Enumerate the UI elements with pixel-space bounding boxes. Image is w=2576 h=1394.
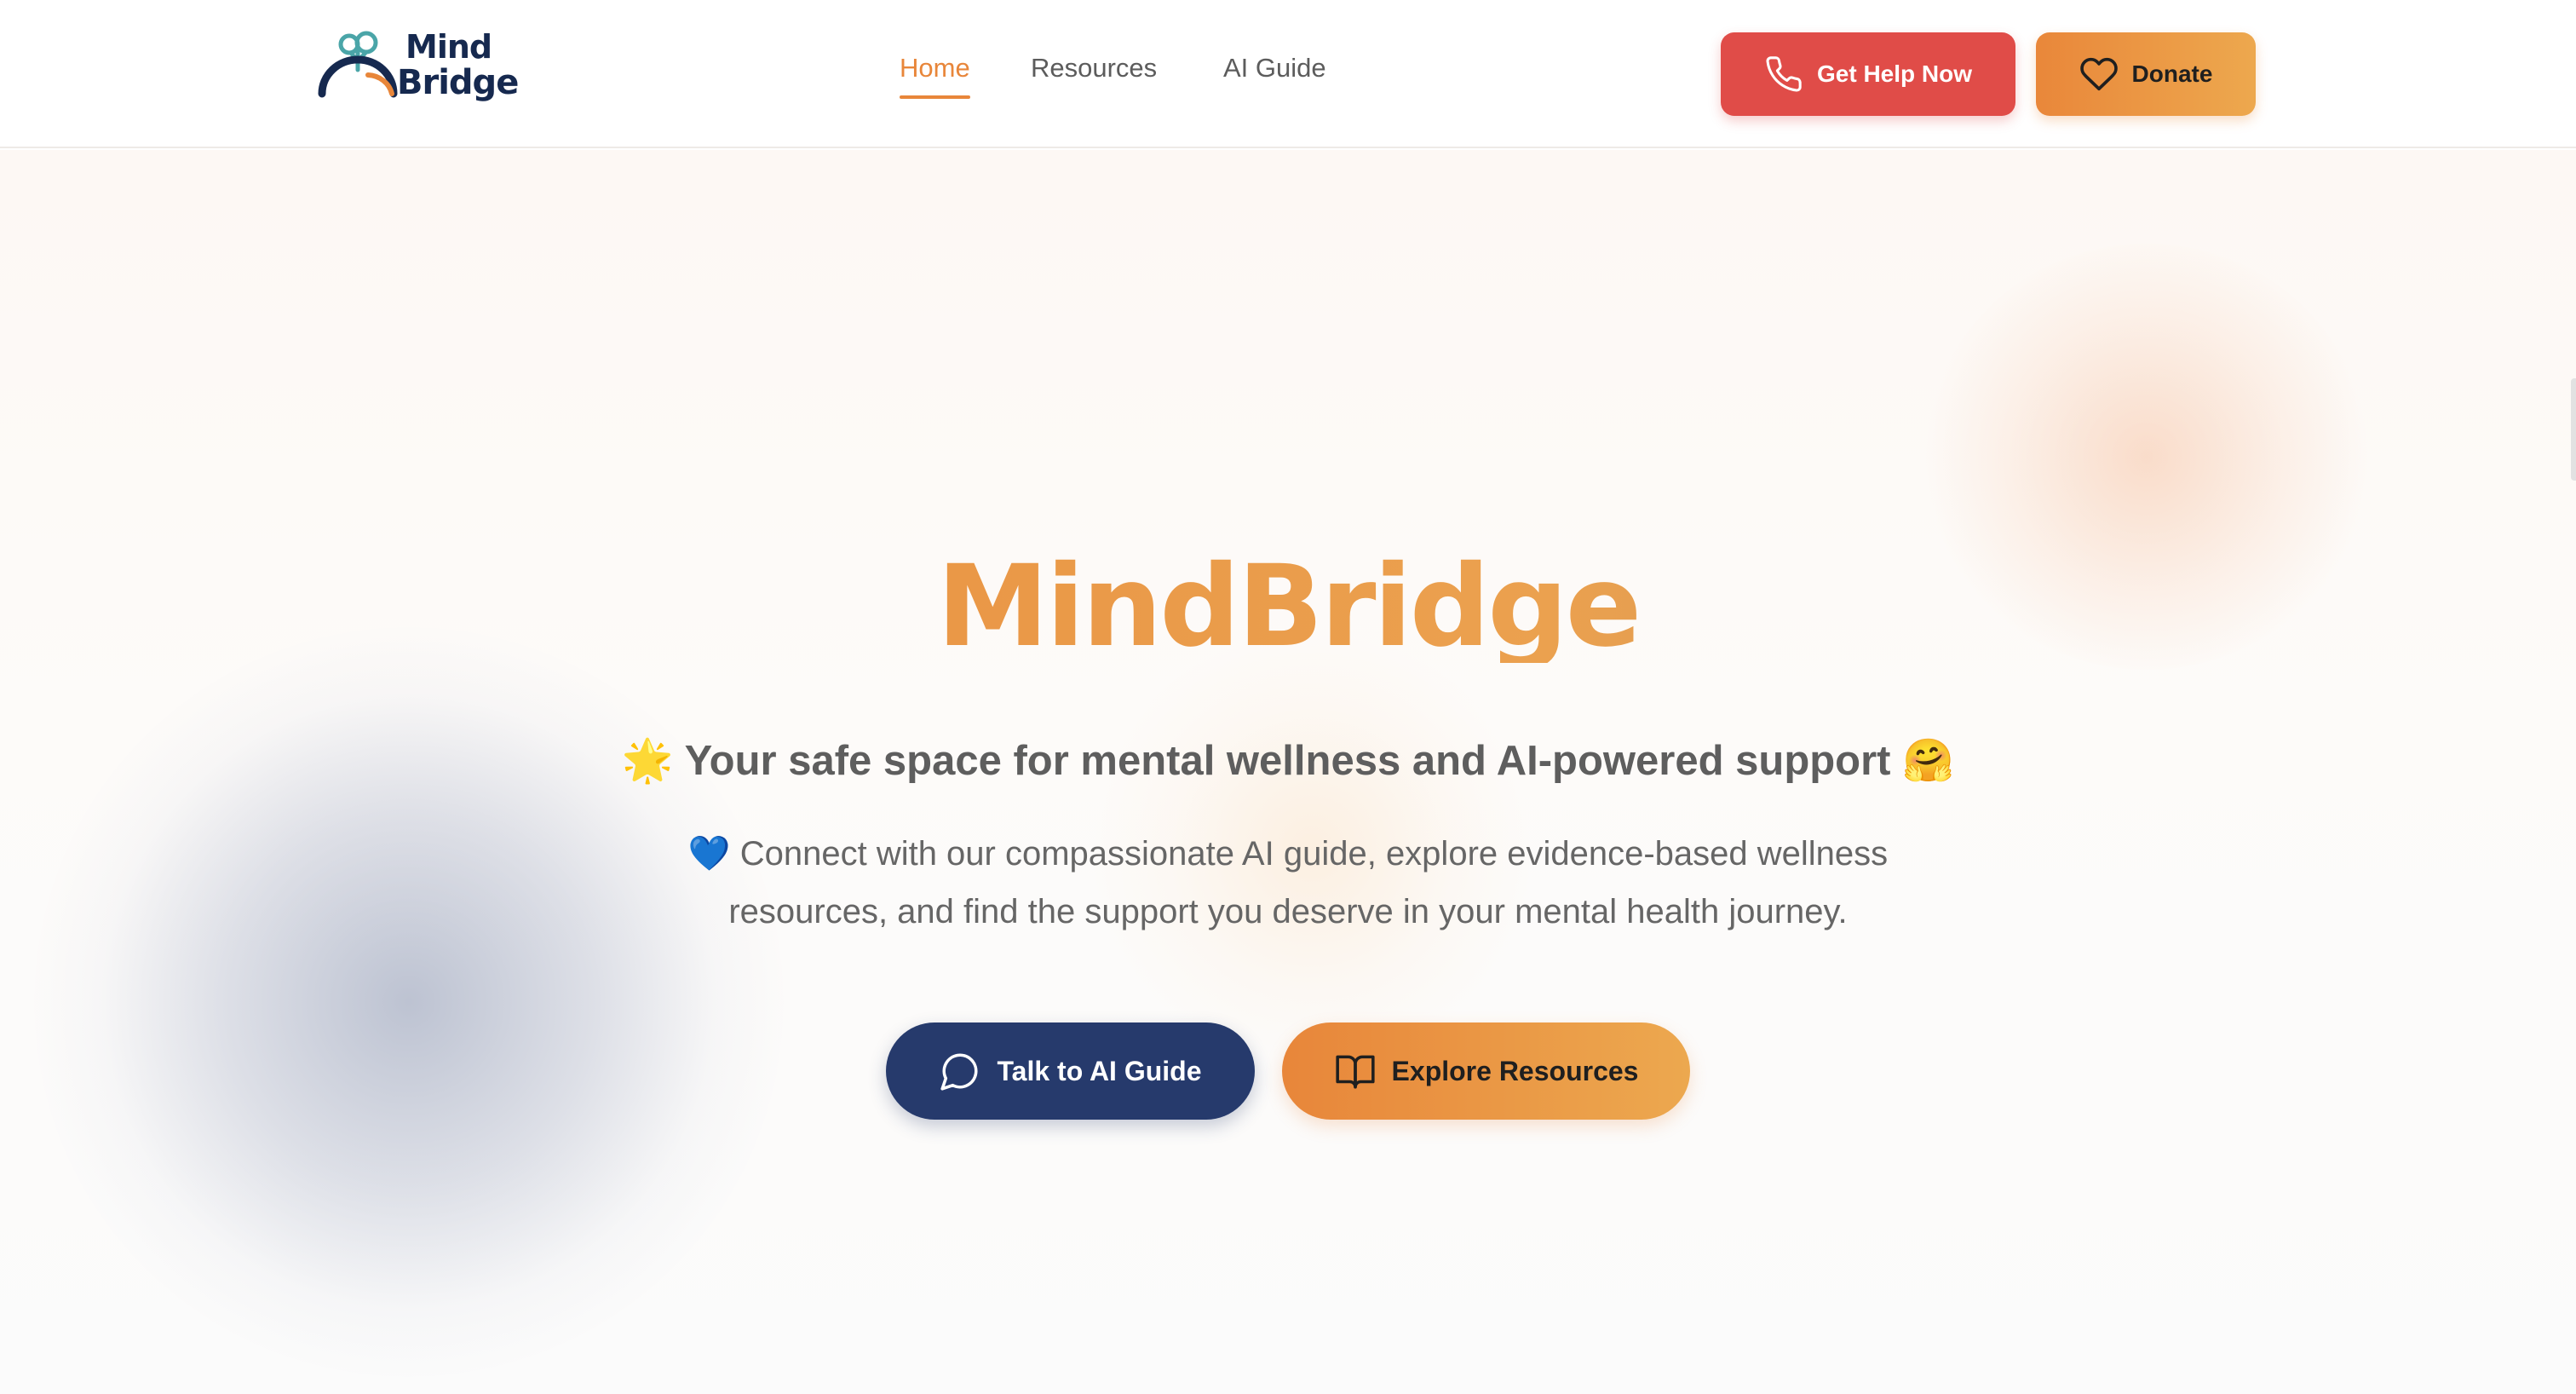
nav-home[interactable]: Home bbox=[900, 53, 970, 101]
heart-icon bbox=[2079, 57, 2118, 91]
donate-button[interactable]: Donate bbox=[2036, 32, 2256, 116]
talk-to-ai-guide-button[interactable]: Talk to AI Guide bbox=[886, 1022, 1255, 1120]
get-help-now-button[interactable]: Get Help Now bbox=[1721, 32, 2015, 116]
nav-ai-guide[interactable]: AI Guide bbox=[1223, 53, 1326, 101]
top-header: Mind Bridge Home Resources AI Guide Get … bbox=[0, 0, 2576, 148]
hero-section: MindBridge 🌟 Your safe space for mental … bbox=[0, 150, 2576, 1394]
donate-label: Donate bbox=[2131, 60, 2213, 87]
nav-resources[interactable]: Resources bbox=[1031, 53, 1157, 101]
hero-subtitle: 🌟 Your safe space for mental wellness an… bbox=[621, 738, 1955, 784]
logo-text: Mind Bridge bbox=[397, 28, 519, 102]
hero-title: MindBridge bbox=[0, 550, 2576, 663]
logo-line-1: Mind bbox=[405, 28, 492, 66]
explore-resources-label: Explore Resources bbox=[1391, 1055, 1639, 1086]
brain-arch-icon bbox=[318, 31, 398, 98]
open-book-icon bbox=[1335, 1055, 1375, 1089]
hero-description: 💙 Connect with our compassionate AI guid… bbox=[687, 835, 1889, 930]
phone-icon bbox=[1766, 56, 1802, 92]
explore-resources-button[interactable]: Explore Resources bbox=[1282, 1022, 1690, 1120]
logo-line-2: Bridge bbox=[397, 63, 519, 102]
edge-scroll-tab[interactable] bbox=[2571, 378, 2576, 481]
get-help-now-label: Get Help Now bbox=[1816, 60, 1972, 87]
mindbridge-logo[interactable]: Mind Bridge bbox=[317, 26, 521, 104]
chat-bubble-icon bbox=[940, 1053, 979, 1091]
talk-to-ai-guide-label: Talk to AI Guide bbox=[997, 1055, 1202, 1086]
